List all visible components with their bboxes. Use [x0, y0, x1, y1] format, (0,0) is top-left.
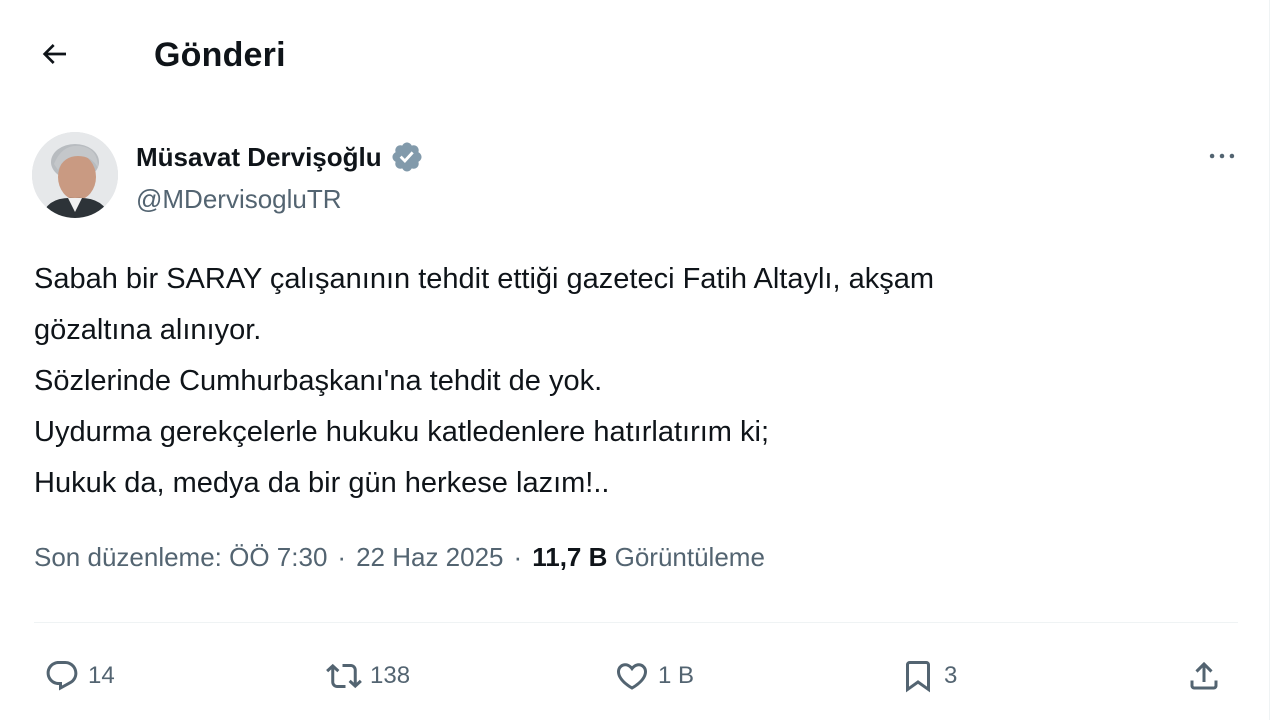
repost-button[interactable]: 138 — [326, 650, 410, 702]
page-header: Gönderi — [0, 26, 1260, 86]
post-actions: 14 138 1 B 3 — [34, 650, 1234, 702]
bookmark-count: 3 — [944, 662, 958, 689]
back-button[interactable] — [28, 30, 80, 82]
bookmark-button[interactable]: 3 — [900, 650, 957, 702]
post-text: Sabah bir SARAY çalışanının tehdit ettiğ… — [34, 254, 1214, 509]
repost-icon — [326, 658, 362, 694]
share-icon — [1186, 658, 1222, 694]
arrow-left-icon — [38, 38, 70, 75]
views-label: Görüntüleme — [614, 542, 765, 572]
bookmark-icon — [900, 658, 936, 694]
like-count: 1 B — [658, 662, 695, 689]
more-options-button[interactable] — [1202, 138, 1242, 178]
author-handle[interactable]: @MDervisogluTR — [136, 184, 342, 215]
post-text-line: gözaltına alınıyor. — [34, 314, 262, 346]
page-title: Gönderi — [154, 36, 286, 74]
column-border — [1269, 0, 1270, 720]
like-button[interactable]: 1 B — [614, 650, 694, 702]
share-button[interactable] — [1186, 650, 1222, 702]
heart-icon — [614, 658, 650, 694]
post-text-line: Uydurma gerekçelerle hukuku katledenlere… — [34, 416, 769, 448]
post-text-line: Sabah bir SARAY çalışanının tehdit ettiğ… — [34, 263, 935, 295]
post-detail-page: Gönderi Müsavat Dervişoğlu @MDervisogluT… — [0, 0, 1280, 720]
post-date[interactable]: 22 Haz 2025 — [356, 542, 503, 573]
meta-separator: · — [513, 542, 523, 572]
meta-separator: · — [337, 542, 347, 572]
post-text-line: Sözlerinde Cumhurbaşkanı'na tehdit de yo… — [34, 365, 603, 397]
repost-count: 138 — [370, 662, 411, 689]
views-count: 11,7 B — [532, 542, 608, 572]
edited-timestamp[interactable]: Son düzenleme: ÖÖ 7:30 — [34, 542, 327, 573]
verified-badge-icon[interactable] — [390, 140, 424, 174]
reply-count: 14 — [88, 662, 115, 689]
post-meta: Son düzenleme: ÖÖ 7:30 · 22 Haz 2025 · 1… — [34, 542, 765, 573]
divider — [34, 622, 1238, 623]
avatar[interactable] — [32, 132, 118, 218]
reply-button[interactable]: 14 — [44, 650, 115, 702]
author-display-name[interactable]: Müsavat Dervişoğlu — [136, 142, 382, 173]
reply-icon — [44, 658, 80, 694]
author-name-row[interactable]: Müsavat Dervişoğlu — [136, 140, 424, 174]
post-author: Müsavat Dervişoğlu @MDervisogluTR — [32, 130, 1242, 225]
post-text-line: Hukuk da, medya da bir gün herkese lazım… — [34, 467, 610, 499]
more-horizontal-icon — [1205, 139, 1239, 178]
views-stat[interactable]: 11,7 B Görüntüleme — [532, 542, 765, 573]
